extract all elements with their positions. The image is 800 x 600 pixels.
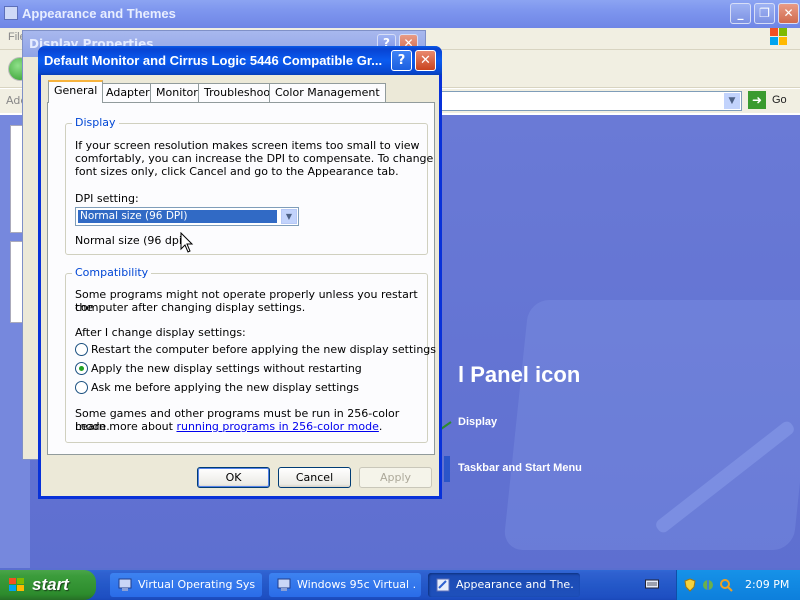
after-change-label: After I change display settings:: [75, 326, 246, 339]
tab-adapter[interactable]: Adapter: [100, 83, 156, 102]
mouse-cursor-icon: [180, 232, 194, 253]
tab-color-management[interactable]: Color Management: [269, 83, 386, 102]
virtual-machine-icon: [118, 578, 132, 591]
tab-general[interactable]: General: [48, 80, 104, 103]
chevron-down-icon[interactable]: ▼: [724, 93, 740, 109]
learn-more-suffix: .: [378, 420, 383, 433]
windows-logo-icon: [9, 578, 24, 591]
close-button[interactable]: ✕: [415, 50, 436, 71]
go-button[interactable]: ➜ Go: [748, 91, 794, 111]
task-label: Virtual Operating Sys...: [138, 578, 256, 591]
display-description-line: font sizes only, click Cancel and go to …: [75, 165, 399, 178]
radio-button[interactable]: [75, 343, 88, 356]
taskbar-button-windows95c[interactable]: Windows 95c Virtual ...: [269, 573, 421, 597]
task-label: Appearance and The...: [456, 578, 574, 591]
taskbar-button-appearance-themes[interactable]: Appearance and The...: [428, 573, 580, 597]
help-button[interactable]: ?: [391, 50, 412, 71]
tab-monitor[interactable]: Monitor: [150, 83, 204, 102]
monitor-properties-dialog: Default Monitor and Cirrus Logic 5446 Co…: [38, 46, 442, 499]
windows-flag-icon: [770, 28, 787, 45]
dialog-title: Default Monitor and Cirrus Logic 5446 Co…: [44, 53, 383, 68]
keyboard-icon[interactable]: [645, 578, 659, 590]
display-description-line: If your screen resolution makes screen i…: [75, 139, 420, 152]
system-tray: 2:09 PM: [676, 570, 800, 600]
monitor-watermark-icon: [502, 300, 800, 550]
radio-button[interactable]: [75, 381, 88, 394]
link-display[interactable]: Display: [458, 416, 497, 428]
start-label: start: [32, 575, 69, 594]
network-icon[interactable]: [701, 578, 715, 592]
start-button[interactable]: start: [0, 570, 96, 600]
chevron-down-icon[interactable]: ▼: [281, 209, 297, 224]
minimize-button[interactable]: _: [730, 3, 751, 24]
go-arrow-icon: ➜: [748, 91, 766, 109]
radio-label: Ask me before applying the new display s…: [91, 381, 359, 394]
dpi-note: Normal size (96 dpi): [75, 234, 187, 247]
bg-window-titlebar[interactable]: Appearance and Themes _ ❐ ✕: [0, 0, 800, 28]
radio-button-selected[interactable]: [75, 362, 88, 375]
link-256-color-mode[interactable]: running programs in 256-color mode: [176, 420, 378, 433]
close-button[interactable]: ✕: [778, 3, 799, 24]
taskbar: start Virtual Operating Sys... Windows 9…: [0, 570, 800, 600]
apply-button[interactable]: Apply: [359, 467, 432, 488]
dpi-selected-value: Normal size (96 DPI): [78, 210, 277, 223]
learn-more-prefix: Learn more about: [75, 420, 177, 433]
task-label: Windows 95c Virtual ...: [297, 578, 415, 591]
folder-window-icon: [4, 6, 18, 20]
taskbar-button-virtual-os[interactable]: Virtual Operating Sys...: [110, 573, 262, 597]
bg-window-title: Appearance and Themes: [22, 6, 176, 21]
ok-button[interactable]: OK: [197, 467, 270, 488]
dpi-setting-select[interactable]: Normal size (96 DPI) ▼: [75, 207, 299, 226]
go-label: Go: [772, 94, 787, 106]
display-group-legend: Display: [72, 116, 119, 129]
cancel-button[interactable]: Cancel: [278, 467, 351, 488]
compat-intro-line: computer after changing display settings…: [75, 301, 306, 314]
display-description-line: comfortably, you can increase the DPI to…: [75, 152, 434, 165]
link-taskbar-start-menu[interactable]: Taskbar and Start Menu: [458, 462, 582, 474]
compat-footer-learn-more: Learn more about running programs in 256…: [75, 420, 382, 433]
radio-label: Apply the new display settings without r…: [91, 362, 362, 375]
general-tab-panel: Display If your screen resolution makes …: [47, 102, 437, 455]
compatibility-group-legend: Compatibility: [72, 266, 152, 279]
dialog-titlebar[interactable]: Default Monitor and Cirrus Logic 5446 Co…: [38, 46, 442, 75]
search-icon[interactable]: [719, 578, 733, 592]
dpi-setting-label: DPI setting:: [75, 192, 139, 205]
control-panel-icon: [436, 578, 450, 592]
clock[interactable]: 2:09 PM: [745, 578, 789, 591]
control-panel-heading: l Panel icon: [458, 362, 581, 387]
radio-label: Restart the computer before applying the…: [91, 343, 437, 356]
virtual-machine-icon: [277, 578, 291, 591]
security-shield-icon[interactable]: [683, 578, 697, 592]
maximize-button[interactable]: ❐: [754, 3, 775, 24]
address-input[interactable]: ▼: [436, 91, 742, 111]
